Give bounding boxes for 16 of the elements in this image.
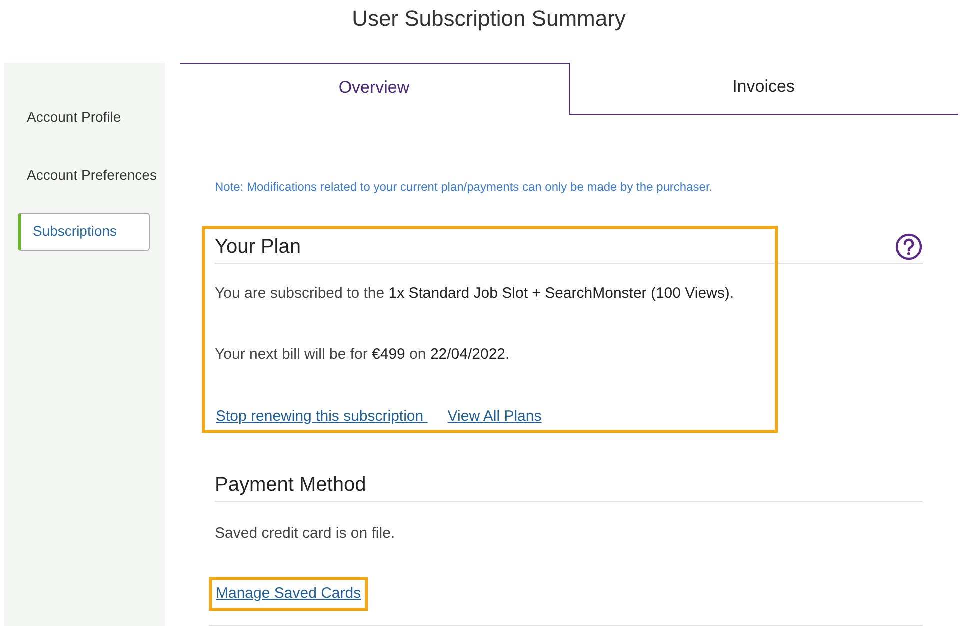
- section-heading: Payment Method: [215, 470, 923, 502]
- payment-text: Saved credit card is on file.: [215, 524, 396, 544]
- help-icon[interactable]: [895, 232, 923, 260]
- bill-text: Your next bill will be for €499 on 22/04/2022.: [215, 345, 511, 365]
- tab[interactable]: Invoices: [570, 62, 958, 114]
- sidebar-item[interactable]: Account Profile: [27, 88, 165, 146]
- link[interactable]: View All Plans: [448, 406, 542, 428]
- section-heading: Your Plan: [215, 234, 301, 260]
- link[interactable]: Stop renewing this subscription: [216, 406, 428, 428]
- subscription-text: You are subscribed to the 1x Standard Job Slot + SearchMonster (100 Views).: [215, 284, 736, 304]
- note-text: Note: Modifications related to your current plan/payments can only be made by the purchaser.: [215, 178, 714, 196]
- sidebar-item[interactable]: Subscriptions: [18, 212, 150, 250]
- sidebar-item[interactable]: Account Preferences: [27, 146, 165, 204]
- manage-cards-link[interactable]: Manage Saved Cards: [209, 576, 368, 611]
- page-title: User Subscription Summary: [352, 5, 626, 33]
- tab[interactable]: Overview: [180, 62, 570, 114]
